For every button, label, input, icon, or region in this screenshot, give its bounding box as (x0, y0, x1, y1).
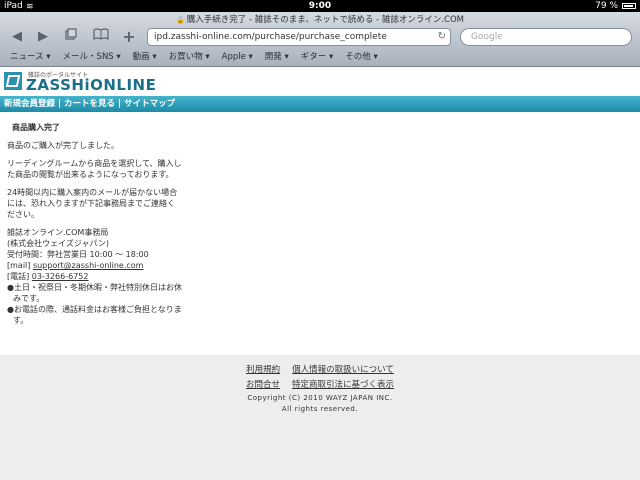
phone-link[interactable]: 03-3266-6752 (32, 272, 89, 281)
call-charge-note: ●お電話の際、通話料金はお客様ご負担となります。 (7, 305, 182, 325)
search-input[interactable]: Google (460, 28, 632, 46)
contact-notice-text: 24時間以内に購入案内のメールが届かない場合には、恐れ入りますが下記事務局までご… (7, 188, 178, 219)
office-name: 雑誌オンライン.COM事務局 (7, 228, 109, 237)
page-title-text: 購入手続き完了 - 雑誌そのまま、ネットで読める - 雑誌オンライン.COM (186, 15, 464, 25)
bookmark-dev[interactable]: 開発 ▾ (259, 51, 295, 64)
tel-row: [電話] 03-3266-6752 (7, 271, 182, 282)
commerce-law-link[interactable]: 特定商取引法に基づく表示 (292, 380, 394, 390)
office-hours: 受付時間：弊社営業日 10:00 〜 18:00 (7, 250, 149, 259)
terms-link[interactable]: 利用規約 (246, 365, 280, 375)
page-title: 🔒 購入手続き完了 - 雑誌そのまま、ネットで読める - 雑誌オンライン.COM (0, 13, 640, 25)
clock: 9:00 (308, 1, 332, 11)
support-email-link[interactable]: support@zasshi-online.com (33, 261, 144, 270)
browser-toolbar: 🔒 購入手続き完了 - 雑誌そのまま、ネットで読める - 雑誌オンライン.COM … (0, 12, 640, 67)
copyright: Copyright (C) 2010 WAYZ JAPAN INC. (247, 394, 393, 402)
bookmark-shopping[interactable]: お買い物 ▾ (163, 51, 216, 64)
lock-icon: 🔒 (176, 16, 185, 24)
bookmark-mail-sns[interactable]: メール・SNS ▾ (57, 51, 127, 64)
register-link[interactable]: 新規会員登録 (4, 99, 55, 109)
tel-label: [電話] (7, 272, 32, 281)
cart-link[interactable]: カートを見る (64, 99, 115, 109)
mail-row: [mail] support@zasshi-online.com (7, 260, 182, 271)
bookmark-apple[interactable]: Apple ▾ (216, 51, 259, 64)
nav-separator: | (115, 99, 125, 109)
bookmark-other[interactable]: その他 ▾ (339, 51, 383, 64)
sitemap-link[interactable]: サイトマップ (124, 99, 175, 109)
bookmark-video[interactable]: 動画 ▾ (127, 51, 163, 64)
main-content: 商品購入完了 商品のご購入が完了しました。 リーディングルームから商品を選択して… (7, 122, 182, 326)
address-bar[interactable]: ipd.zasshi-online.com/purchase/purchase_… (147, 28, 451, 46)
bookmark-guitar[interactable]: ギター ▾ (295, 51, 339, 64)
add-button[interactable]: + (118, 28, 140, 46)
privacy-link[interactable]: 個人情報の取扱いについて (292, 365, 394, 375)
section-title: 商品購入完了 (12, 123, 60, 132)
site-footer: 利用規約 個人情報の取扱いについて お問合せ 特定商取引法に基づく表示 Copyri… (0, 355, 640, 480)
reload-icon[interactable]: ↻ (438, 29, 446, 45)
bookmarks-button[interactable] (90, 28, 112, 46)
forward-button[interactable]: ▶ (32, 28, 54, 46)
reading-room-text: リーディングルームから商品を選択して、購入した商品の閲覧が出来るようになっており… (7, 159, 182, 179)
site-nav-bar: 新規会員登録 | カートを見る | サイトマップ (0, 96, 640, 112)
logo-mark-icon (4, 72, 22, 90)
footer-links-row-1: 利用規約 個人情報の取扱いについて (0, 363, 640, 375)
search-placeholder: Google (471, 32, 503, 42)
contact-link[interactable]: お問合せ (246, 380, 280, 390)
status-bar: iPad ≋ 9:00 79 % (0, 0, 640, 12)
battery-icon (622, 3, 636, 9)
book-icon (93, 28, 109, 41)
company-name: (株式会社ウェイズジャパン) (7, 239, 110, 248)
rights-reserved: All rights reserved. (281, 405, 359, 413)
purchase-complete-text: 商品のご購入が完了しました。 (7, 141, 119, 150)
bookmark-news[interactable]: ニュース ▾ (4, 51, 57, 64)
url-text: ipd.zasshi-online.com/purchase/purchase_… (154, 32, 387, 42)
pages-icon (65, 28, 77, 40)
holiday-note: ●土日・祝祭日・冬期休暇・弊社特別休日はお休みです。 (7, 283, 182, 303)
back-button[interactable]: ◀ (6, 28, 28, 46)
nav-separator: | (55, 99, 65, 109)
battery-percent: 79 % (595, 1, 618, 11)
mail-label: [mail] (7, 261, 33, 270)
footer-links-row-2: お問合せ 特定商取引法に基づく表示 (0, 378, 640, 390)
bookmarks-bar: ニュース ▾ メール・SNS ▾ 動画 ▾ お買い物 ▾ Apple ▾ 開発 … (4, 51, 384, 64)
tabs-button[interactable] (60, 28, 82, 46)
logo-text: ZASSHiONLINE (26, 76, 157, 94)
